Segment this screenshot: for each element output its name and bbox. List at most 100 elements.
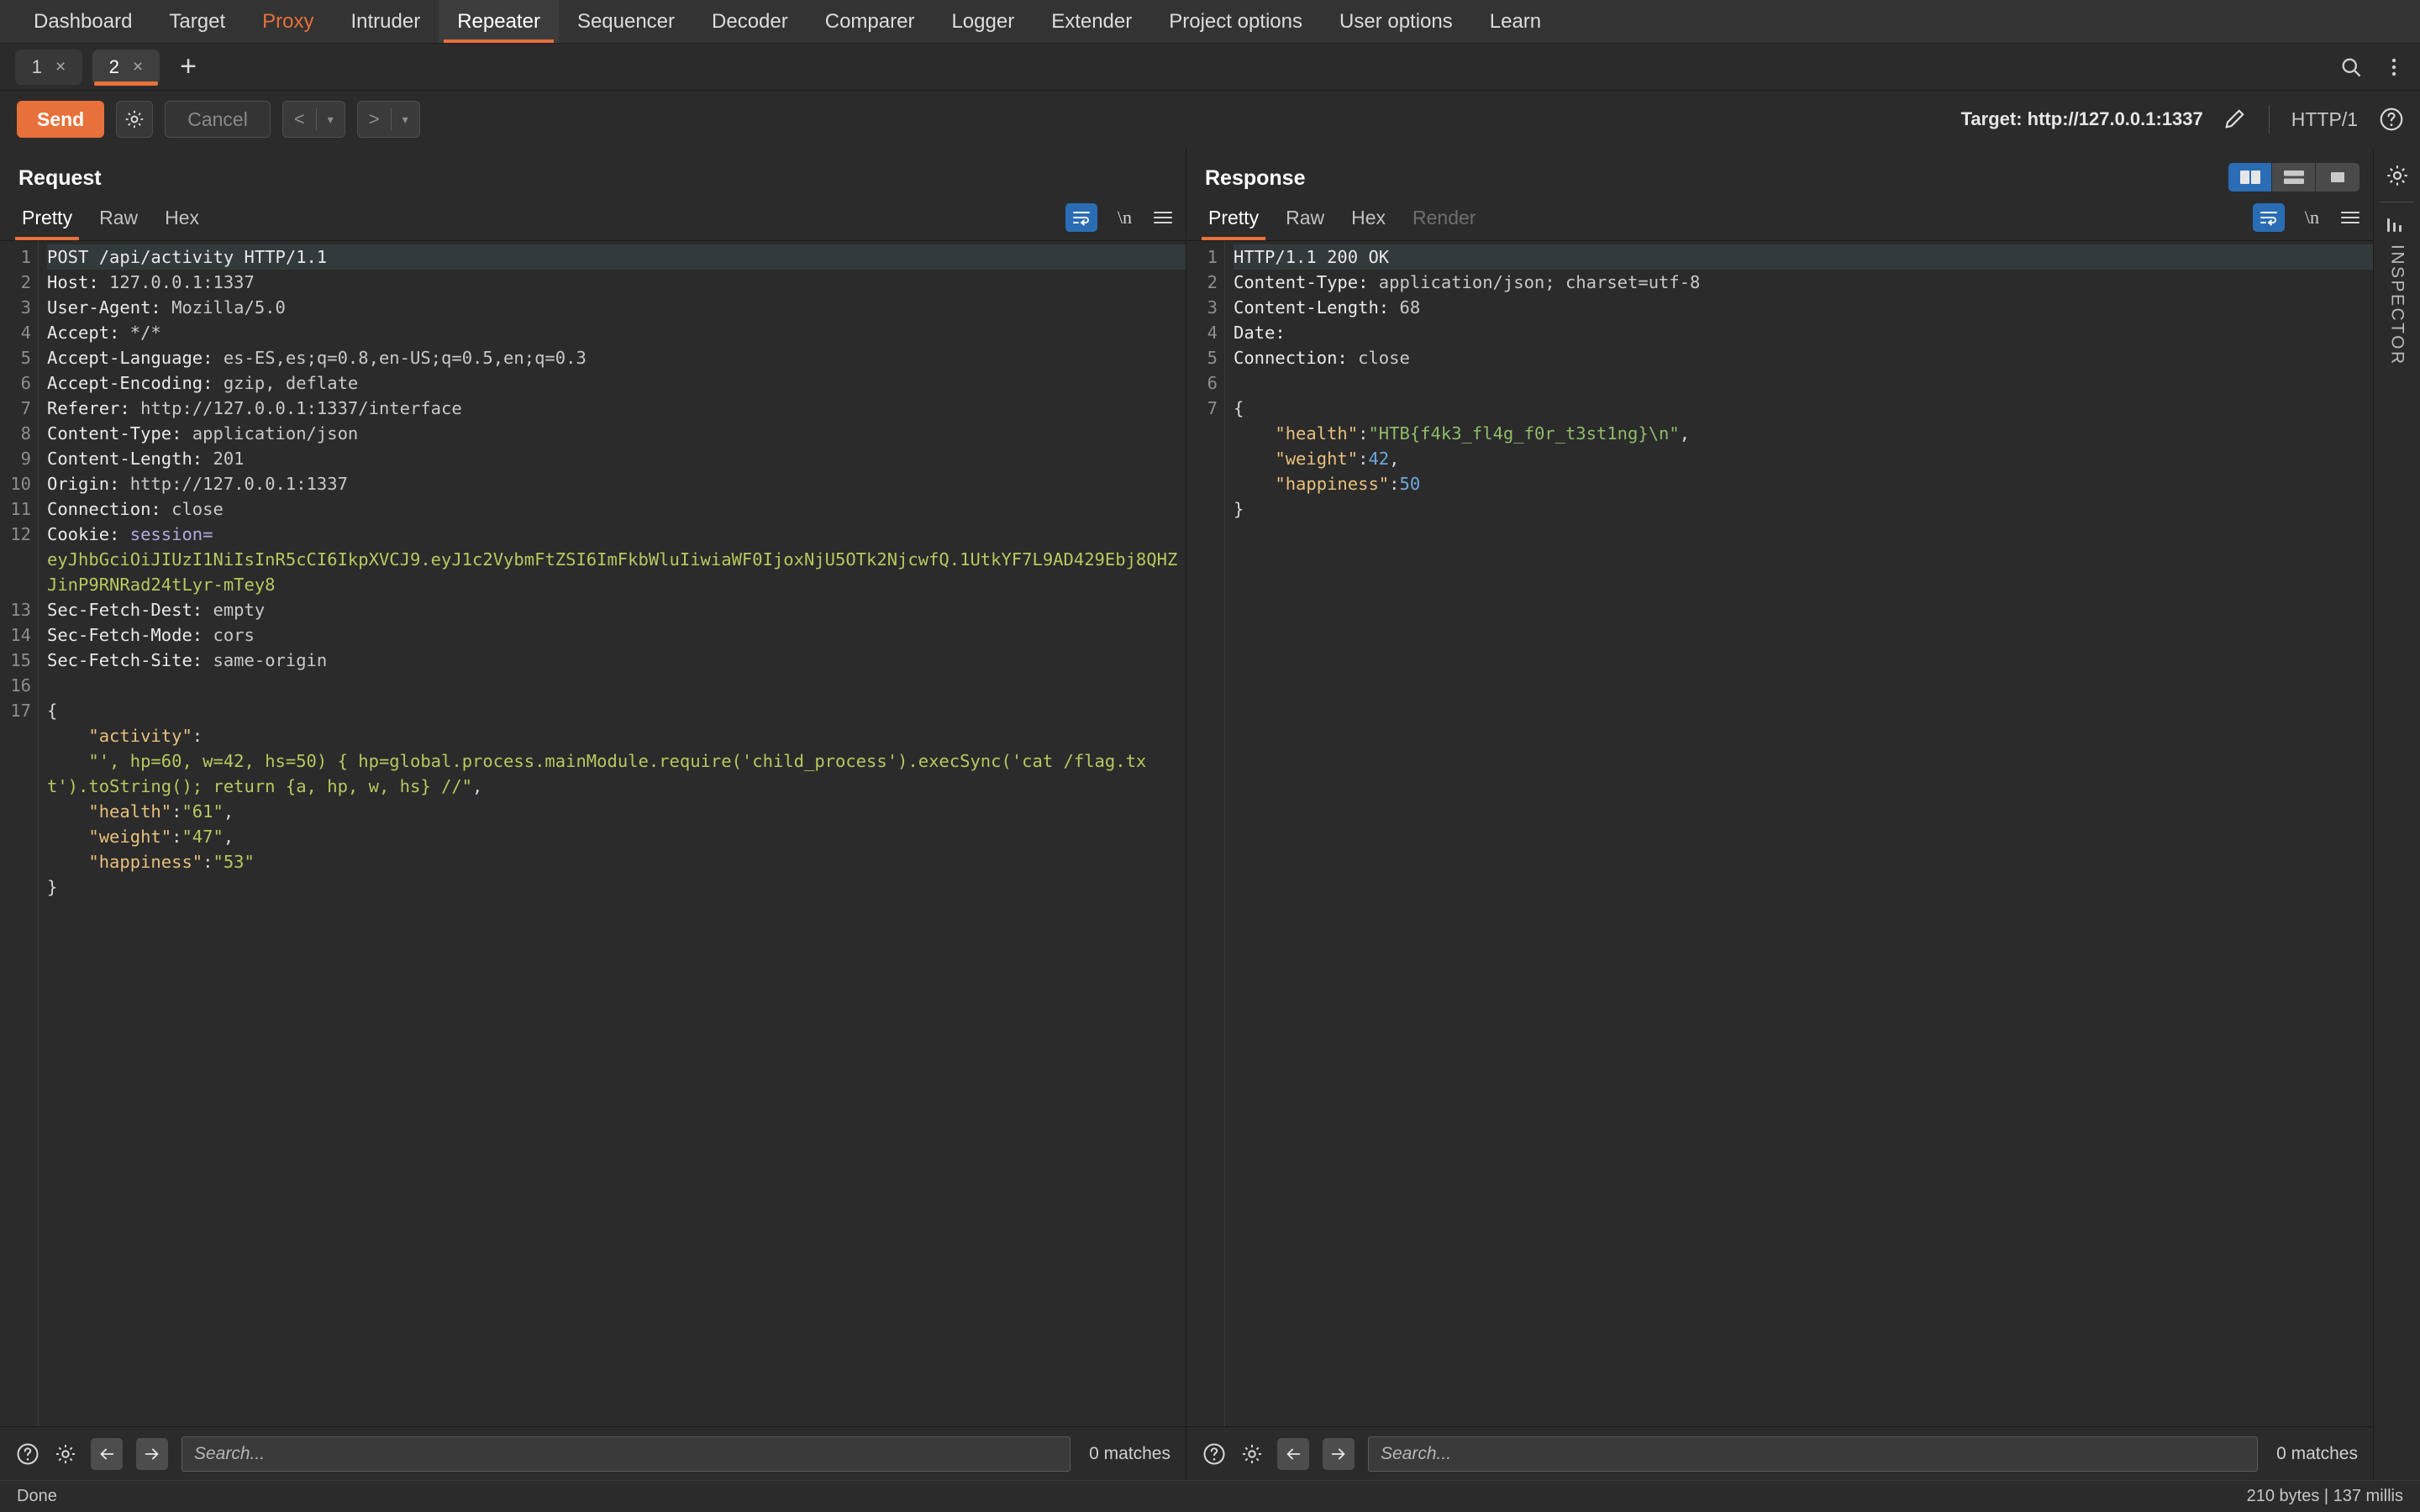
gear-icon[interactable] bbox=[116, 101, 154, 138]
header-name: Accept-Encoding: bbox=[47, 373, 213, 393]
request-tab-pretty[interactable]: Pretty bbox=[8, 207, 86, 240]
json-value-health-flag: "HTB{f4k3_fl4g_f0r_t3st1ng}\n" bbox=[1368, 423, 1680, 444]
header-name: User-Agent: bbox=[47, 297, 161, 318]
header-value: 201 bbox=[203, 449, 245, 469]
repeater-tab-1[interactable]: 1 × bbox=[15, 49, 82, 85]
question-circle-icon[interactable] bbox=[1202, 1441, 1227, 1467]
bar-chart-icon[interactable] bbox=[2385, 216, 2410, 234]
header-value: application/json; charset=utf-8 bbox=[1368, 272, 1701, 292]
gear-icon[interactable] bbox=[54, 1442, 77, 1466]
json-brace-close: } bbox=[47, 877, 58, 897]
nav-item-intruder[interactable]: Intruder bbox=[332, 0, 439, 43]
cookie-equals: = bbox=[203, 524, 213, 544]
header-name: Cookie: bbox=[47, 524, 120, 544]
header-value: http://127.0.0.1:1337/interface bbox=[129, 398, 462, 418]
request-line-1: POST /api/activity HTTP/1.1 bbox=[47, 247, 328, 267]
request-body-text[interactable]: POST /api/activity HTTP/1.1 Host: 127.0.0… bbox=[39, 241, 1186, 1426]
request-pane: Request Pretty Raw Hex \n 1 2 3 4 5 6 7 … bbox=[0, 148, 1186, 1480]
nav-item-decoder[interactable]: Decoder bbox=[693, 0, 807, 43]
nav-item-logger[interactable]: Logger bbox=[933, 0, 1033, 43]
nav-label: User options bbox=[1339, 9, 1453, 33]
response-tab-render[interactable]: Render bbox=[1399, 207, 1489, 240]
status-message: Done bbox=[17, 1487, 57, 1505]
repeater-tab-strip: 1 × 2 × + bbox=[0, 44, 2420, 91]
response-tab-raw[interactable]: Raw bbox=[1272, 207, 1338, 240]
split-vertical-icon[interactable] bbox=[2228, 163, 2272, 192]
add-tab-button[interactable]: + bbox=[170, 50, 207, 85]
nav-item-proxy[interactable]: Proxy bbox=[244, 0, 332, 43]
nav-item-project-options[interactable]: Project options bbox=[1150, 0, 1321, 43]
http-version-label[interactable]: HTTP/1 bbox=[2291, 108, 2358, 131]
arrow-right-icon[interactable] bbox=[1323, 1437, 1355, 1470]
kebab-menu-icon[interactable] bbox=[2385, 55, 2403, 79]
response-body-text[interactable]: HTTP/1.1 200 OK Content-Type: application… bbox=[1225, 241, 2373, 1426]
nav-item-learn[interactable]: Learn bbox=[1471, 0, 1560, 43]
nav-item-user-options[interactable]: User options bbox=[1321, 0, 1471, 43]
header-name: Sec-Fetch-Mode: bbox=[47, 625, 203, 645]
response-tab-hex[interactable]: Hex bbox=[1338, 207, 1399, 240]
search-icon[interactable] bbox=[2339, 55, 2363, 79]
json-key-weight: "weight" bbox=[88, 827, 172, 847]
split-horizontal-icon[interactable] bbox=[2272, 163, 2316, 192]
close-icon[interactable]: × bbox=[55, 57, 66, 77]
chevron-down-icon[interactable]: ▾ bbox=[392, 102, 419, 137]
nav-item-extender[interactable]: Extender bbox=[1033, 0, 1150, 43]
header-value: */* bbox=[119, 323, 161, 343]
word-wrap-icon[interactable] bbox=[2252, 203, 2285, 232]
main-content-area: Request Pretty Raw Hex \n 1 2 3 4 5 6 7 … bbox=[0, 148, 2420, 1480]
nav-label: Learn bbox=[1489, 9, 1542, 33]
inspector-label[interactable]: INSPECTOR bbox=[2387, 244, 2407, 366]
arrow-left-icon[interactable] bbox=[1277, 1437, 1309, 1470]
request-line-numbers: 1 2 3 4 5 6 7 8 9 10 11 12 13 14 15 16 17 bbox=[0, 241, 39, 1426]
question-circle-icon[interactable] bbox=[2378, 106, 2405, 133]
response-pane: Response Pretty Raw Hex Render \n 1 2 3 … bbox=[1186, 148, 2373, 1480]
request-tab-hex[interactable]: Hex bbox=[151, 207, 213, 240]
response-tab-pretty[interactable]: Pretty bbox=[1195, 207, 1272, 240]
newline-toggle[interactable]: \n bbox=[1118, 207, 1132, 228]
nav-item-target[interactable]: Target bbox=[150, 0, 244, 43]
send-button[interactable]: Send bbox=[17, 101, 105, 138]
cancel-button[interactable]: Cancel bbox=[165, 101, 271, 138]
json-value-weight: "47" bbox=[182, 827, 224, 847]
header-value: 68 bbox=[1389, 297, 1421, 318]
next-request-button[interactable]: > ▾ bbox=[356, 101, 420, 138]
arrow-right-icon[interactable] bbox=[136, 1437, 168, 1470]
nav-label: Sequencer bbox=[576, 9, 676, 33]
response-line-numbers: 1234567 bbox=[1186, 241, 1225, 1426]
nav-label: Dashboard bbox=[34, 9, 133, 33]
pencil-icon[interactable] bbox=[2222, 107, 2247, 132]
request-tab-raw[interactable]: Raw bbox=[86, 207, 151, 240]
cookie-name: session bbox=[119, 524, 203, 544]
gear-icon[interactable] bbox=[2385, 163, 2410, 188]
repeater-tab-2[interactable]: 2 × bbox=[92, 49, 160, 86]
hamburger-menu-icon[interactable] bbox=[1152, 208, 1174, 227]
gear-icon[interactable] bbox=[1240, 1442, 1264, 1466]
hamburger-menu-icon[interactable] bbox=[2339, 208, 2361, 227]
request-search-input[interactable] bbox=[182, 1436, 1071, 1472]
word-wrap-icon[interactable] bbox=[1065, 203, 1097, 232]
arrow-left-icon[interactable] bbox=[91, 1437, 123, 1470]
nav-item-comparer[interactable]: Comparer bbox=[807, 0, 934, 43]
json-key-activity: "activity" bbox=[88, 726, 192, 746]
response-status-line: HTTP/1.1 200 OK bbox=[1234, 247, 1390, 267]
response-metrics: 210 bytes | 137 millis bbox=[2246, 1487, 2403, 1505]
request-editor[interactable]: 1 2 3 4 5 6 7 8 9 10 11 12 13 14 15 16 17 POST /api/act… bbox=[0, 241, 1186, 1426]
request-view-tabs: Pretty Raw Hex \n bbox=[0, 197, 1186, 241]
close-icon[interactable]: × bbox=[133, 57, 143, 77]
nav-item-dashboard[interactable]: Dashboard bbox=[15, 0, 150, 43]
response-view-options: \n bbox=[2252, 203, 2361, 232]
newline-toggle[interactable]: \n bbox=[2305, 207, 2319, 228]
previous-request-button[interactable]: < ▾ bbox=[281, 101, 345, 138]
question-circle-icon[interactable] bbox=[15, 1441, 40, 1467]
response-editor[interactable]: 1234567 HTTP/1.1 200 OK Content-Type: app… bbox=[1186, 241, 2373, 1426]
single-pane-icon[interactable] bbox=[2316, 163, 2360, 192]
response-search-bar: 0 matches bbox=[1186, 1426, 2373, 1480]
nav-item-sequencer[interactable]: Sequencer bbox=[559, 0, 693, 43]
nav-item-repeater[interactable]: Repeater bbox=[439, 0, 559, 43]
response-search-input[interactable] bbox=[1368, 1436, 2259, 1472]
nav-label: Project options bbox=[1169, 9, 1303, 33]
chevron-down-icon[interactable]: ▾ bbox=[317, 102, 345, 137]
header-name: Content-Length: bbox=[47, 449, 203, 469]
burp-suite-window: Dashboard Target Proxy Intruder Repeater… bbox=[0, 0, 2420, 1512]
header-name: Host: bbox=[47, 272, 99, 292]
